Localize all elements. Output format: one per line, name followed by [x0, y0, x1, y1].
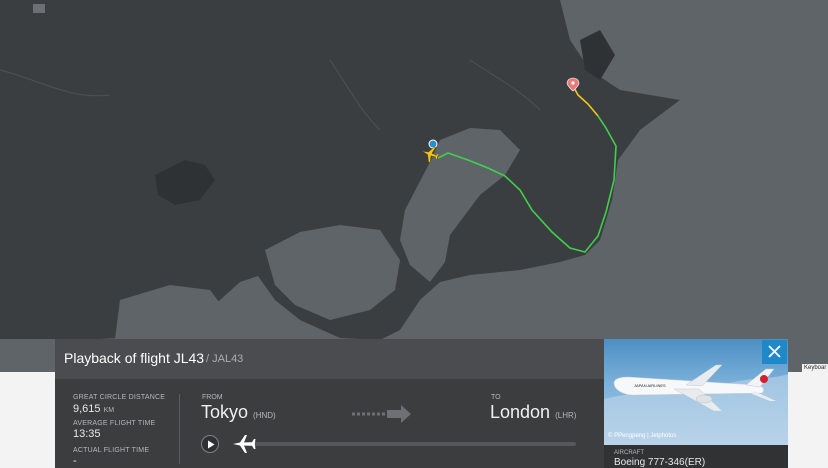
airport-marker-icon[interactable] — [428, 139, 438, 149]
to-label: TO — [491, 394, 501, 401]
origin-code: (HND) — [253, 411, 276, 420]
aircraft-label: AIRCRAFT — [614, 450, 644, 456]
distance-label: GREAT CIRCLE DISTANCE — [73, 394, 166, 401]
destination-city[interactable]: London (LHR) — [490, 402, 576, 423]
photo-credit[interactable]: © PPengpeng | Jetphotos — [608, 433, 676, 439]
map-marker-box — [33, 4, 45, 13]
divider — [179, 394, 180, 464]
page-background-left — [0, 372, 55, 468]
play-icon — [208, 440, 215, 449]
distance-unit: KM — [103, 407, 115, 414]
avg-time-label: AVERAGE FLIGHT TIME — [73, 420, 156, 427]
distance-value: 9,615 KM — [73, 403, 114, 415]
aircraft-type: Boeing 777-346(ER) — [614, 457, 706, 468]
avg-time-value: 13:35 — [73, 428, 101, 440]
close-button[interactable] — [762, 340, 787, 364]
actual-time-label: ACTUAL FLIGHT TIME — [73, 447, 150, 454]
playback-timeline[interactable] — [240, 442, 576, 446]
destination-code: (LHR) — [555, 411, 577, 420]
origin-city[interactable]: Tokyo (HND) — [201, 402, 276, 423]
distance-number: 9,615 — [73, 403, 101, 415]
aircraft-photo[interactable]: JAPAN AIRLINES © PPengpeng | Jetphotos — [604, 339, 788, 445]
page-background-right — [788, 372, 828, 468]
timeline-airplane-icon[interactable] — [231, 433, 257, 455]
keyboard-shortcuts-hint[interactable]: Keyboar — [802, 364, 828, 372]
aircraft-photo-image: JAPAN AIRLINES — [604, 364, 788, 445]
from-label: FROM — [202, 394, 223, 401]
play-button[interactable] — [201, 435, 219, 453]
livery-text: JAPAN AIRLINES — [634, 383, 666, 388]
panel-header: Playback of flight JL43 / JAL43 — [55, 339, 604, 379]
flight-playback-panel: Playback of flight JL43 / JAL43 GREAT CI… — [55, 339, 604, 468]
panel-title: Playback of flight JL43 — [64, 350, 205, 366]
close-icon — [768, 345, 781, 358]
origin-city-name: Tokyo — [201, 402, 249, 422]
route-arrow-icon — [352, 405, 411, 423]
destination-city-name: London — [490, 402, 551, 422]
callsign: / JAL43 — [206, 353, 244, 365]
actual-time-value: - — [73, 455, 77, 467]
aircraft-panel: JAPAN AIRLINES © PPengpeng | Jetphotos A… — [604, 339, 788, 468]
